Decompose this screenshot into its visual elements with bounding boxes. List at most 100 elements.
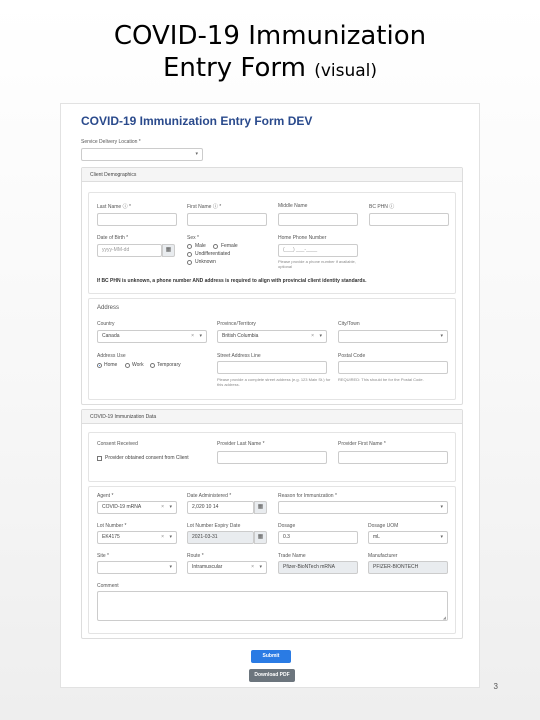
slide-title-line2: Entry Form (visual) (0, 52, 540, 87)
clear-icon[interactable]: × (161, 502, 164, 513)
immunization-panel: COVID-19 Immunization Data Consent Recei… (81, 409, 463, 639)
service-location-label: Service Delivery Location * (81, 139, 141, 145)
chevron-down-icon: ▾ (169, 534, 172, 540)
consent-checkbox[interactable] (97, 456, 102, 461)
route-select[interactable]: Intramuscular × ▾ (187, 561, 267, 574)
dosage-uom-label: Dosage UOM (368, 523, 399, 529)
dosage-label: Dosage (278, 523, 296, 529)
submit-button[interactable]: Submit (251, 650, 291, 663)
dob-placeholder: yyyy-MM-dd (102, 247, 130, 253)
page-number: 3 (493, 682, 498, 691)
sex-radio-male[interactable] (187, 244, 192, 249)
bc-phn-input[interactable] (369, 213, 449, 226)
provider-first-label: Provider First Name * (338, 441, 386, 447)
dosage-input[interactable]: 0.3 (278, 531, 358, 544)
provider-last-input[interactable] (217, 451, 327, 464)
address-heading: Address (97, 305, 120, 311)
sex-label: Sex * (187, 235, 199, 241)
bc-phn-label: BC PHN ⓘ (369, 204, 395, 210)
address-use-work: Work (132, 362, 144, 368)
lot-select[interactable]: EK4175 × ▾ (97, 531, 177, 544)
download-pdf-button[interactable]: Download PDF (249, 669, 295, 682)
clear-icon[interactable]: × (311, 331, 314, 342)
client-demographics-heading: Client Demographics (82, 168, 462, 182)
sex-radio-undifferentiated[interactable] (187, 252, 192, 257)
manufacturer-input: PFIZER-BIONTECH (368, 561, 448, 574)
chevron-down-icon: ▾ (259, 564, 262, 570)
last-name-input[interactable] (97, 213, 177, 226)
clear-icon[interactable]: × (191, 331, 194, 342)
trade-label: Trade Name (278, 553, 306, 559)
middle-name-input[interactable] (278, 213, 358, 226)
sex-radio-unknown[interactable] (187, 260, 192, 265)
address-use-radio-home[interactable] (97, 363, 102, 368)
form-title: COVID-19 Immunization Entry Form DEV (81, 114, 313, 128)
vaccine-subpanel: Agent * COVID-19 mRNA × ▾ Date Administe… (88, 486, 456, 634)
clear-icon[interactable]: × (161, 532, 164, 543)
client-info-subpanel: Last Name ⓘ * First Name ⓘ * Middle Name… (88, 192, 456, 294)
date-admin-input[interactable]: 2,020 10 14 (187, 501, 254, 514)
street-label: Street Address Line (217, 353, 261, 359)
sex-radio-female[interactable] (213, 244, 218, 249)
calendar-icon[interactable]: ▦ (254, 501, 267, 514)
postal-help: REQUIRED: This should be for the Postal … (338, 377, 424, 382)
phone-input[interactable]: (___) ___-____ (278, 244, 358, 257)
route-label: Route * (187, 553, 204, 559)
form-screenshot: COVID-19 Immunization Entry Form DEV Ser… (60, 103, 480, 688)
agent-value: COVID-19 mRNA (102, 504, 142, 510)
dob-input[interactable]: yyyy-MM-dd (97, 244, 162, 257)
slide-title-suffix: (visual) (314, 61, 378, 81)
address-use-radio-temporary[interactable] (150, 363, 155, 368)
route-value: Intramuscular (192, 564, 223, 570)
address-subpanel: Address Country Canada × ▾ Province/Terr… (88, 298, 456, 400)
provider-last-label: Provider Last Name * (217, 441, 265, 447)
chevron-down-icon: ▾ (319, 333, 322, 339)
clear-icon[interactable]: × (251, 562, 254, 573)
street-input[interactable] (217, 361, 327, 374)
address-use-radio-work[interactable] (125, 363, 130, 368)
dosage-uom-value: mL (373, 534, 380, 540)
country-value: Canada (102, 333, 120, 339)
chevron-down-icon: ▾ (169, 504, 172, 510)
chevron-down-icon: ▾ (440, 333, 443, 339)
province-select[interactable]: British Columbia × ▾ (217, 330, 327, 343)
dosage-value: 0.3 (283, 534, 290, 540)
address-use-temporary: Temporary (157, 362, 181, 368)
slide-title-line2-text: Entry Form (162, 53, 315, 83)
province-value: British Columbia (222, 333, 259, 339)
country-select[interactable]: Canada × ▾ (97, 330, 207, 343)
phone-label: Home Phone Number (278, 235, 327, 241)
agent-label: Agent * (97, 493, 114, 499)
street-help: Please provide a complete street address… (217, 377, 331, 387)
address-use-home: Home (104, 362, 118, 368)
manufacturer-label: Manufacturer (368, 553, 398, 559)
comment-textarea[interactable]: ◢ (97, 591, 448, 621)
chevron-down-icon: ▾ (195, 151, 198, 157)
dosage-uom-select[interactable]: mL ▾ (368, 531, 448, 544)
first-name-input[interactable] (187, 213, 267, 226)
resize-handle-icon[interactable]: ◢ (443, 615, 446, 620)
middle-name-label: Middle Name (278, 203, 308, 209)
agent-select[interactable]: COVID-19 mRNA × ▾ (97, 501, 177, 514)
last-name-label: Last Name ⓘ * (97, 204, 131, 210)
consent-checkbox-label: Provider obtained consent from Client (105, 455, 189, 461)
lot-expiry-input: 2021-03-31 (187, 531, 254, 544)
chevron-down-icon: ▾ (440, 534, 443, 540)
site-select[interactable]: ▾ (97, 561, 177, 574)
country-label: Country (97, 321, 115, 327)
service-location-select[interactable]: ▾ (81, 148, 203, 161)
postal-input[interactable] (338, 361, 448, 374)
trade-input: Pfizer-BioNTech mRNA (278, 561, 358, 574)
slide-title: COVID-19 Immunization Entry Form (visual… (0, 20, 540, 87)
lot-expiry-label: Lot Number Expiry Date (187, 523, 241, 529)
chevron-down-icon: ▾ (440, 504, 443, 510)
date-admin-value: 2,020 10 14 (192, 504, 219, 510)
city-select[interactable]: ▾ (338, 330, 448, 343)
calendar-icon: ▦ (254, 531, 267, 544)
site-label: Site * (97, 553, 109, 559)
address-use-label: Address Use (97, 353, 126, 359)
provider-first-input[interactable] (338, 451, 448, 464)
reason-select[interactable]: ▾ (278, 501, 448, 514)
postal-label: Postal Code (338, 353, 366, 359)
calendar-icon[interactable]: ▦ (162, 244, 175, 257)
